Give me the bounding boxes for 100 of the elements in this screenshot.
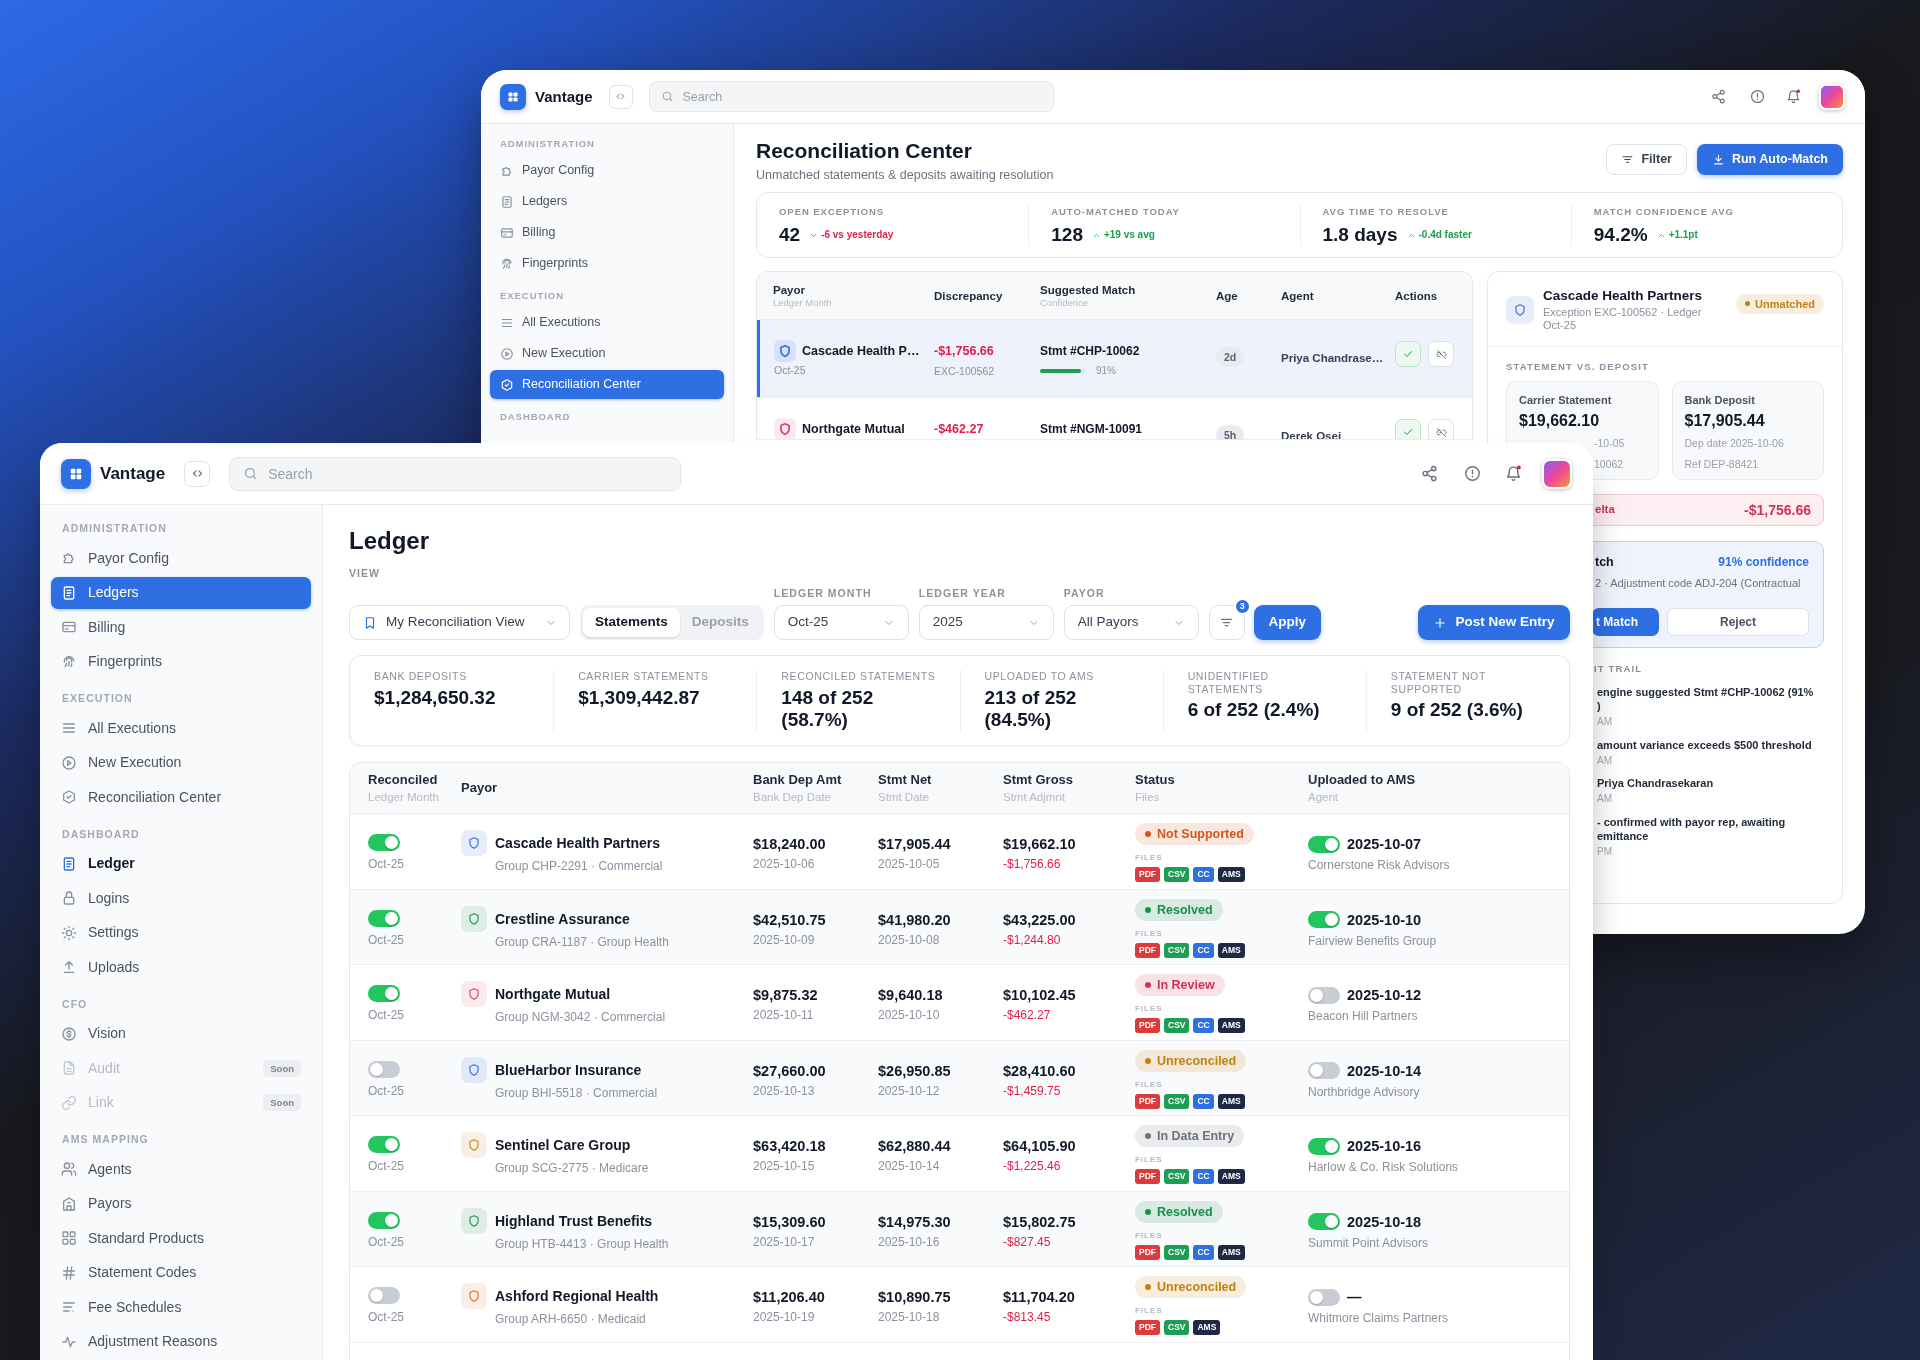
sidebar-item[interactable]: Fee Schedules [51, 1291, 311, 1324]
file-tag[interactable]: PDF [1135, 1018, 1160, 1033]
column-subtitle: Confidence [1040, 296, 1089, 309]
file-tag[interactable]: CC [1193, 942, 1214, 958]
sidebar-item[interactable]: Agents [51, 1153, 311, 1186]
toggle-switch[interactable] [1308, 1062, 1340, 1079]
sidebar-item[interactable]: Ledger [51, 847, 311, 880]
bell-icon[interactable] [1505, 465, 1522, 482]
avatar[interactable] [1819, 83, 1845, 110]
sidebar-item[interactable]: Standard Products [51, 1222, 311, 1255]
sidebar-item[interactable]: All Executions [490, 308, 724, 337]
toggle-switch[interactable] [1308, 1288, 1340, 1306]
file-tag[interactable]: PDF [1135, 1320, 1160, 1335]
unlink-button[interactable] [1428, 419, 1454, 439]
approve-button[interactable] [1395, 419, 1421, 439]
sidebar-item[interactable]: Fingerprints [490, 249, 724, 278]
file-tag[interactable]: PDF [1135, 1244, 1160, 1260]
avatar[interactable] [1542, 458, 1572, 489]
select-field[interactable]: All Payors [1063, 605, 1199, 640]
bell-icon[interactable] [1786, 89, 1801, 104]
unlink-button[interactable] [1428, 341, 1454, 367]
file-tag[interactable]: AMS [1217, 942, 1245, 958]
card-amount: $19,662.10 [1519, 411, 1600, 431]
sidebar-item[interactable]: Payor Config [490, 156, 724, 185]
file-tag[interactable]: AMS [1193, 1320, 1221, 1335]
sidebar-item[interactable]: New Execution [51, 746, 311, 779]
sidebar-item[interactable]: Ledgers [51, 576, 311, 609]
apply-button[interactable]: Apply [1253, 605, 1321, 640]
file-tag[interactable]: CC [1193, 1018, 1214, 1033]
view-dropdown[interactable]: My Reconciliation View [349, 605, 570, 640]
file-tag[interactable]: CC [1193, 867, 1214, 882]
file-tag[interactable]: AMS [1217, 1093, 1245, 1109]
select-field[interactable]: Oct-25 [773, 605, 909, 640]
search-field[interactable]: Search [229, 456, 682, 491]
agent-name: Whitmore Claims Partners [1308, 1311, 1449, 1326]
file-tag[interactable]: AMS [1217, 1018, 1245, 1033]
stat-label: UNIDENTIFIED STATEMENTS [1187, 670, 1270, 695]
payor-name: Northgate Mutual [495, 985, 611, 1003]
file-tag[interactable]: PDF [1135, 1169, 1160, 1184]
share-icon[interactable] [1711, 89, 1726, 104]
payor-name: Northgate Mutual [802, 421, 905, 437]
file-tag[interactable]: CC [1193, 1093, 1214, 1109]
section-label: ADMINISTRATION [62, 521, 167, 535]
toggle-switch[interactable] [1308, 1137, 1340, 1155]
sidebar-item[interactable]: Payor Config [51, 542, 311, 575]
toggle-switch[interactable] [368, 909, 400, 927]
post-button[interactable]: Post New Entry [1418, 605, 1570, 640]
toggle-switch[interactable] [1308, 986, 1340, 1004]
toggle-switch[interactable] [1308, 835, 1340, 853]
file-tag[interactable]: AMS [1217, 867, 1245, 882]
toggle-switch[interactable] [368, 1136, 400, 1153]
search-field[interactable]: Search [648, 81, 1054, 112]
sidebar-item[interactable]: Adjustment Reasons [51, 1325, 311, 1358]
sidebar-item[interactable]: Logins [51, 882, 311, 915]
document-icon [61, 855, 77, 872]
sidebar-item[interactable]: Billing [490, 218, 724, 247]
toggle-switch[interactable] [368, 1060, 400, 1078]
file-tag[interactable]: CC [1193, 1169, 1214, 1184]
sidebar-item[interactable]: Statement Codes [51, 1256, 311, 1289]
file-tag[interactable]: AMS [1217, 1169, 1245, 1184]
toggle-switch[interactable] [368, 1211, 400, 1229]
toggle-switch[interactable] [368, 985, 400, 1002]
primary-button[interactable]: Run Auto-Match [1696, 144, 1843, 175]
sidebar-item[interactable]: All Executions [51, 712, 311, 745]
reject-button[interactable]: Reject [1667, 608, 1809, 636]
card-detail: Ref DEP-88421 [1684, 457, 1759, 471]
collapse-button[interactable] [608, 84, 633, 109]
exception-row[interactable]: Cascade Health P… Oct-25 -$1,756.66 EXC-100562 Stmt #CHP-10062 91% 2d Priya Chandrase… [757, 320, 1472, 398]
file-tag[interactable]: PDF [1135, 1093, 1160, 1109]
payor-name: Ashford Regional Health [495, 1287, 659, 1305]
file-tag[interactable]: PDF [1135, 867, 1160, 882]
alert-circle-icon[interactable] [1750, 89, 1765, 104]
sidebar-item[interactable]: Billing [51, 611, 311, 644]
sidebar-item[interactable]: Ledgers [490, 187, 724, 216]
alert-circle-icon[interactable] [1464, 465, 1481, 482]
secondary-button[interactable]: Filter [1606, 144, 1687, 175]
collapse-button[interactable] [184, 460, 211, 487]
sidebar-item[interactable]: Reconciliation Center [51, 781, 311, 814]
upload-icon [61, 959, 77, 976]
amount: $64,105.90 [1003, 1137, 1076, 1155]
sidebar-item[interactable]: Settings [51, 916, 311, 949]
sidebar-item[interactable]: Uploads [51, 951, 311, 984]
file-tag[interactable]: CC [1193, 1244, 1214, 1260]
toggle-switch[interactable] [368, 834, 400, 851]
toggle-switch[interactable] [1308, 1213, 1340, 1230]
toggle-switch[interactable] [1308, 911, 1340, 928]
filter-button[interactable] [1208, 605, 1245, 640]
sidebar-item[interactable]: Fingerprints [51, 645, 311, 678]
confidence-text: 91% confidence [1718, 554, 1809, 570]
sidebar-item[interactable]: New Execution [490, 339, 724, 368]
file-tag[interactable]: PDF [1135, 942, 1160, 958]
sidebar-item[interactable]: Payors [51, 1187, 311, 1220]
file-tag[interactable]: AMS [1217, 1244, 1245, 1260]
sidebar-item[interactable]: Reconciliation Center [490, 370, 724, 399]
accept-button[interactable]: t Match [1592, 608, 1659, 636]
share-icon[interactable] [1421, 465, 1438, 482]
view-tab[interactable]: Statements [583, 608, 680, 637]
sidebar-item[interactable]: Vision [51, 1017, 311, 1050]
toggle-switch[interactable] [368, 1287, 400, 1304]
select-field[interactable]: 2025 [918, 605, 1054, 640]
